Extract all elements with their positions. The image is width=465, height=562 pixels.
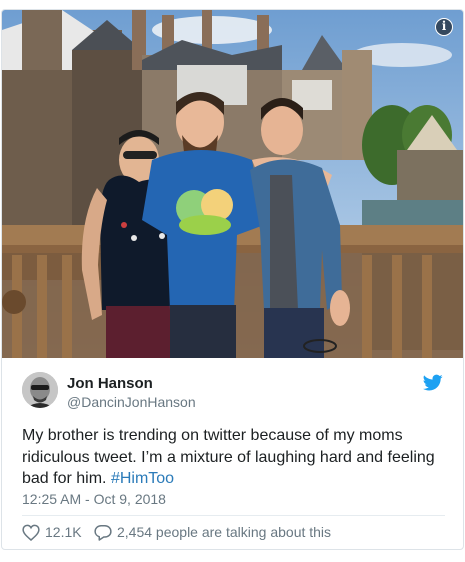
- twitter-bird-icon[interactable]: [422, 374, 443, 392]
- avatar[interactable]: [22, 372, 58, 408]
- like-count: 12.1K: [45, 524, 82, 540]
- author-name[interactable]: Jon Hanson: [67, 375, 153, 392]
- tweet-photo[interactable]: i: [2, 10, 463, 358]
- tweet-timestamp[interactable]: 12:25 AM - Oct 9, 2018: [22, 491, 166, 507]
- info-icon[interactable]: i: [435, 18, 453, 36]
- tweet-author-header: Jon Hanson @DancinJonHanson: [22, 372, 445, 412]
- tweet-body: My brother is trending on twitter becaus…: [22, 427, 435, 487]
- divider: [22, 515, 445, 516]
- speech-bubble-icon: [94, 524, 112, 541]
- tweet-text: My brother is trending on twitter becaus…: [22, 425, 447, 490]
- author-handle[interactable]: @DancinJonHanson: [67, 394, 196, 410]
- like-action[interactable]: 12.1K: [22, 521, 82, 543]
- hashtag-link[interactable]: #HimToo: [111, 470, 174, 487]
- conversation-count: 2,454 people are talking about this: [117, 524, 332, 540]
- embedded-tweet-card[interactable]: i Jon Hanson @DancinJonHanson My brother…: [1, 9, 464, 550]
- conversation-action[interactable]: 2,454 people are talking about this: [94, 521, 331, 543]
- heart-icon: [22, 524, 40, 541]
